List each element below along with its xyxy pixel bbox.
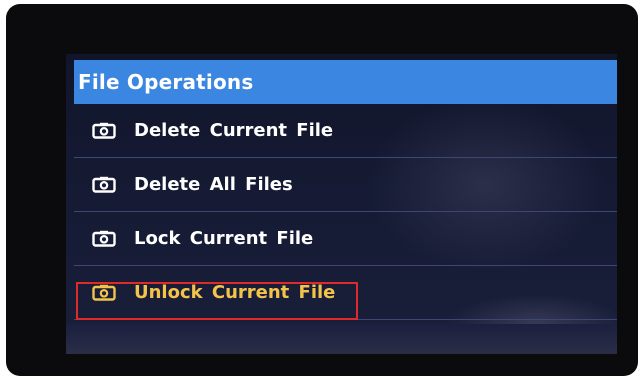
menu-item-delete-all-files[interactable]: Delete All Files — [74, 158, 617, 212]
device-screen: File Operations Delete Current File Dele… — [66, 54, 617, 354]
camera-icon — [92, 230, 116, 247]
menu-item-lock-current-file[interactable]: Lock Current File — [74, 212, 617, 266]
photo-background: File Operations Delete Current File Dele… — [0, 0, 642, 378]
menu-item-label: Delete Current File — [134, 120, 334, 141]
bottom-strip — [66, 324, 617, 354]
selection-highlight-box — [76, 282, 358, 320]
camera-icon — [92, 176, 116, 193]
menu-title: File Operations — [78, 70, 254, 94]
menu-item-label: Delete All Files — [134, 174, 293, 195]
device-bezel: File Operations Delete Current File Dele… — [6, 4, 638, 376]
menu-item-delete-current-file[interactable]: Delete Current File — [74, 104, 617, 158]
camera-icon — [92, 122, 116, 139]
menu-header: File Operations — [74, 60, 617, 104]
menu-item-label: Lock Current File — [134, 228, 314, 249]
